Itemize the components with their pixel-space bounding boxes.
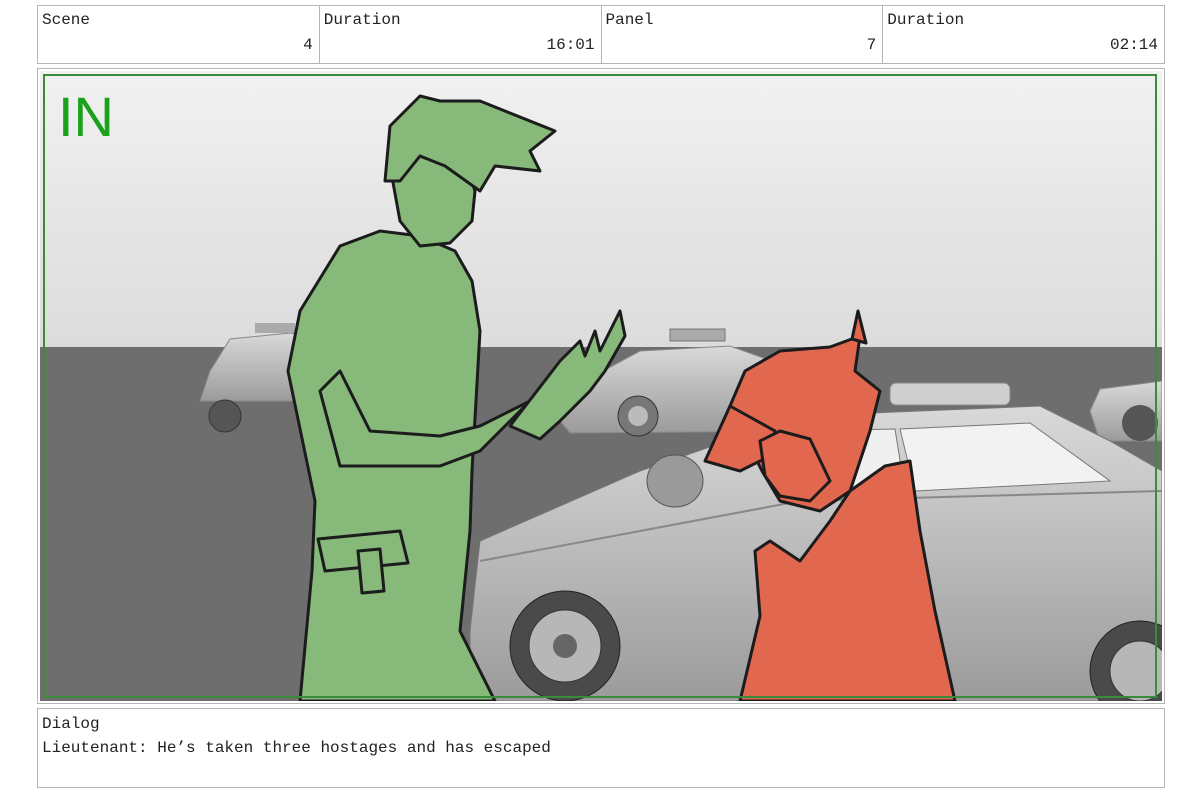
- dialog-label: Dialog: [42, 715, 100, 733]
- scene-label: Scene: [42, 11, 91, 29]
- panel-duration-cell: Duration 02:14: [883, 6, 1164, 63]
- police-car-background-right: [1089, 380, 1162, 442]
- dialog-box: Dialog Lieutenant: He’s taken three host…: [37, 708, 1165, 788]
- panel-duration-label: Duration: [887, 11, 965, 29]
- scene-duration-label: Duration: [323, 11, 401, 29]
- panel-label: Panel: [605, 11, 654, 29]
- scene-duration-value: 16:01: [546, 36, 595, 54]
- panel-cell: Panel 7: [602, 6, 884, 63]
- scene-cell: Scene 4: [38, 6, 320, 63]
- dialog-text: Lieutenant: He’s taken three hostages an…: [42, 739, 551, 757]
- scene-value: 4: [303, 36, 313, 54]
- panel-value: 7: [866, 36, 877, 54]
- scene-duration-cell: Duration 16:01: [320, 6, 602, 63]
- sky: [40, 71, 1162, 347]
- panel-duration-value: 02:14: [1109, 36, 1158, 54]
- in-marker: IN: [58, 85, 114, 148]
- storyboard-panel: IN: [37, 68, 1165, 704]
- panel-info-header: Scene 4 Duration 16:01 Panel 7 Duration …: [37, 5, 1165, 64]
- panel-artwork: [40, 71, 1162, 701]
